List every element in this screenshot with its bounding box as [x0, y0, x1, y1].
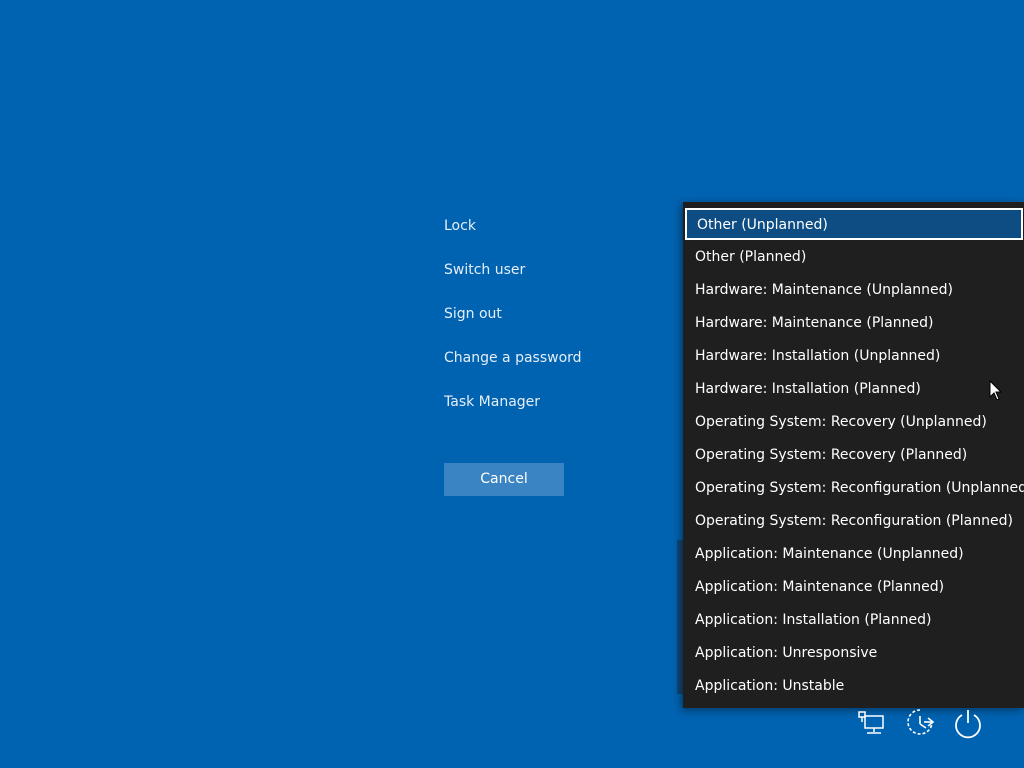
- option-lock[interactable]: Lock: [444, 214, 644, 238]
- ease-of-access-icon[interactable]: [903, 706, 937, 740]
- power-icon[interactable]: [951, 706, 985, 740]
- security-options-list: Lock Switch user Sign out Change a passw…: [444, 214, 644, 434]
- option-sign-out[interactable]: Sign out: [444, 302, 644, 326]
- mouse-cursor-icon: [989, 379, 1003, 402]
- cancel-button[interactable]: Cancel: [444, 463, 564, 496]
- shutdown-reason-item[interactable]: Hardware: Installation (Planned): [683, 373, 1024, 406]
- shutdown-reason-item[interactable]: Application: Maintenance (Planned): [683, 571, 1024, 604]
- shutdown-reason-item[interactable]: Hardware: Installation (Unplanned): [683, 340, 1024, 373]
- shutdown-reason-item[interactable]: Application: Maintenance (Unplanned): [683, 538, 1024, 571]
- shutdown-reason-menu: Other (Unplanned) Other (Planned) Hardware…: [683, 202, 1024, 708]
- shutdown-reason-item[interactable]: Operating System: Reconfiguration (Unpla…: [683, 472, 1024, 505]
- option-task-manager[interactable]: Task Manager: [444, 390, 644, 414]
- shutdown-reason-item[interactable]: Operating System: Reconfiguration (Plann…: [683, 505, 1024, 538]
- shutdown-reason-item[interactable]: Hardware: Maintenance (Planned): [683, 307, 1024, 340]
- shutdown-reason-item[interactable]: Application: Unstable: [683, 670, 1024, 703]
- option-change-password[interactable]: Change a password: [444, 346, 644, 370]
- shutdown-reason-item[interactable]: Application: Installation (Planned): [683, 604, 1024, 637]
- shutdown-reason-item[interactable]: Application: Unresponsive: [683, 637, 1024, 670]
- shutdown-reason-item[interactable]: Hardware: Maintenance (Unplanned): [683, 274, 1024, 307]
- shutdown-reason-item[interactable]: Operating System: Recovery (Planned): [683, 439, 1024, 472]
- option-switch-user[interactable]: Switch user: [444, 258, 644, 282]
- shutdown-reason-item[interactable]: Other (Unplanned): [685, 208, 1023, 240]
- network-icon[interactable]: [855, 706, 889, 740]
- shutdown-reason-item[interactable]: Operating System: Recovery (Unplanned): [683, 406, 1024, 439]
- shutdown-reason-item[interactable]: Other (Planned): [683, 241, 1024, 274]
